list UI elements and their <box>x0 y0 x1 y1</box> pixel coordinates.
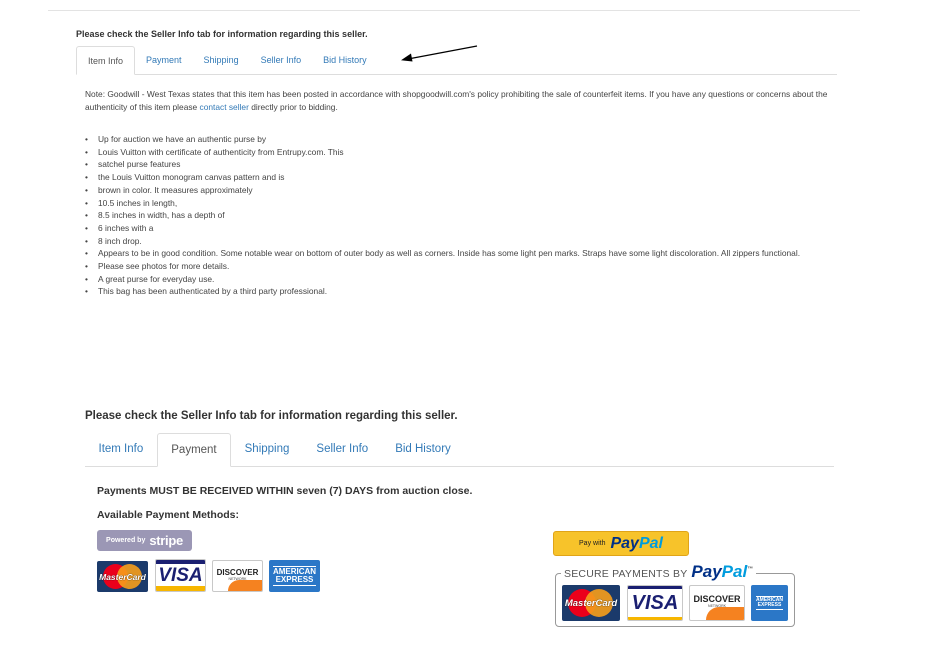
stripe-powered-text: Powered by <box>106 537 146 544</box>
list-item-text: Up for auction we have an authentic purs… <box>98 134 267 144</box>
tab-bid-history[interactable]: Bid History <box>382 433 465 466</box>
payment-deadline-text: Payments MUST BE RECEIVED WITHIN seven (… <box>97 485 473 497</box>
list-item: • A great purse for everyday use. <box>85 273 833 286</box>
list-item: • the Louis Vuitton monogram canvas patte… <box>85 171 833 184</box>
bullet-icon: • <box>85 248 88 259</box>
tab-payment[interactable]: Payment <box>135 46 193 74</box>
authenticity-note: Note: Goodwill - West Texas states that … <box>85 88 833 114</box>
item-description-list: • Up for auction we have an authentic pur… <box>85 133 833 298</box>
list-item-text: This bag has been authenticated by a thi… <box>98 286 328 297</box>
discover-label-2: DISCOVER <box>693 594 741 604</box>
list-item-text: 8.5 inches in width, has a depth of <box>98 210 225 221</box>
list-item: • 10.5 inches in length, <box>85 197 833 210</box>
mastercard-label: MasterCard <box>99 571 146 582</box>
list-item-text: 10.5 inches in length, <box>98 197 178 208</box>
amex-label-2: AMERICAN EXPRESS <box>756 595 783 611</box>
list-item: • 8.5 inches in width, has a depth of <box>85 209 833 222</box>
contact-seller-link[interactable]: contact seller <box>200 102 249 112</box>
tab-item-info[interactable]: Item Info <box>76 46 136 75</box>
bullet-icon: • <box>85 235 88 246</box>
paypal-logo: PayPal <box>610 534 663 552</box>
payment-methods-label: Available Payment Methods: <box>97 509 239 521</box>
list-item: • Appears to be in good condition. Some n… <box>85 247 833 260</box>
list-item: • satchel purse features <box>85 158 833 171</box>
tab-bid-history[interactable]: Bid History <box>312 46 378 74</box>
note-text: Note: Goodwill - West Texas states that … <box>85 89 828 112</box>
list-item-text: the Louis Vuitton monogram canvas patter… <box>98 172 285 183</box>
seller-info-notice-2: Please check the Seller Info tab for inf… <box>85 410 458 422</box>
visa-label-2: VISA <box>631 592 679 614</box>
bullet-icon: • <box>85 184 88 195</box>
discover-label: DISCOVER <box>216 568 259 577</box>
bullet-icon: • <box>85 146 88 157</box>
amex-label: AMERICAN EXPRESS <box>272 565 317 587</box>
tab-shipping[interactable]: Shipping <box>231 433 303 466</box>
list-item: • 6 inches with a <box>85 222 833 235</box>
top-divider <box>48 10 860 11</box>
stripe-logo: Powered by stripe <box>97 530 192 551</box>
list-item-text: brown in color. It measures approximatel… <box>98 184 253 195</box>
list-item-text: A great purse for everyday use. <box>98 273 215 284</box>
list-item: • Up for auction we have an authentic pur… <box>85 133 833 146</box>
mastercard-icon: MasterCard <box>97 561 148 592</box>
tab-seller-info[interactable]: Seller Info <box>303 433 382 466</box>
discover-sub-2: NETWORK <box>708 604 726 608</box>
bullet-icon: • <box>85 134 88 144</box>
note-text-end: directly prior to bidding. <box>248 102 338 112</box>
tab-seller-info[interactable]: Seller Info <box>250 46 313 74</box>
discover-icon: DISCOVER NETWORK <box>212 560 263 592</box>
paypal-button[interactable]: Pay with PayPal <box>553 531 689 556</box>
bullet-icon: • <box>85 261 88 272</box>
discover-sub: NETWORK <box>228 577 247 581</box>
list-item-text: 6 inches with a <box>98 222 154 233</box>
list-item: • 8 inch drop. <box>85 235 833 248</box>
mastercard-label-2: MasterCard <box>564 597 618 609</box>
list-item-text: Louis Vuitton with certificate of authen… <box>98 146 344 157</box>
list-item-text: Appears to be in good condition. Some no… <box>98 248 801 259</box>
tab-bar-2: Item Info Payment Shipping Seller Info B… <box>85 433 834 467</box>
list-item-text: 8 inch drop. <box>98 235 142 246</box>
paypal-logo-2: PayPal™ <box>691 562 754 581</box>
amex-icon: AMERICAN EXPRESS <box>269 560 320 592</box>
bullet-icon: • <box>85 286 88 297</box>
discover-icon: DISCOVER NETWORK <box>689 585 745 621</box>
amex-icon: AMERICAN EXPRESS <box>751 585 788 621</box>
bullet-icon: • <box>85 159 88 170</box>
tab-payment[interactable]: Payment <box>156 433 232 467</box>
bullet-icon: • <box>85 222 88 233</box>
bullet-icon: • <box>85 172 88 183</box>
seller-info-notice: Please check the Seller Info tab for inf… <box>76 29 368 39</box>
mastercard-icon: MasterCard <box>562 585 620 621</box>
arrow-left-icon <box>401 45 478 62</box>
paypal-button-prefix: Pay with <box>579 540 606 547</box>
list-item-text: satchel purse features <box>98 159 181 170</box>
list-item: • This bag has been authenticated by a th… <box>85 285 833 298</box>
list-item-text: Please see photos for more details. <box>98 261 230 272</box>
tab-shipping[interactable]: Shipping <box>193 46 250 74</box>
tab-item-info[interactable]: Item Info <box>85 433 157 466</box>
bullet-icon: • <box>85 273 88 284</box>
stripe-wordmark: stripe <box>149 533 183 548</box>
visa-icon: VISA <box>627 585 683 621</box>
visa-label: VISA <box>158 565 203 586</box>
secure-payments-label: SECURE PAYMENTS BY <box>564 568 688 580</box>
list-item: • brown in color. It measures approximate… <box>85 184 833 197</box>
bullet-icon: • <box>85 197 88 208</box>
bullet-icon: • <box>85 210 88 221</box>
list-item: • Please see photos for more details. <box>85 260 833 273</box>
secure-payments-title: SECURE PAYMENTS BY PayPal™ <box>561 562 757 582</box>
visa-icon: VISA <box>155 559 206 592</box>
list-item: • Louis Vuitton with certificate of authe… <box>85 146 833 159</box>
